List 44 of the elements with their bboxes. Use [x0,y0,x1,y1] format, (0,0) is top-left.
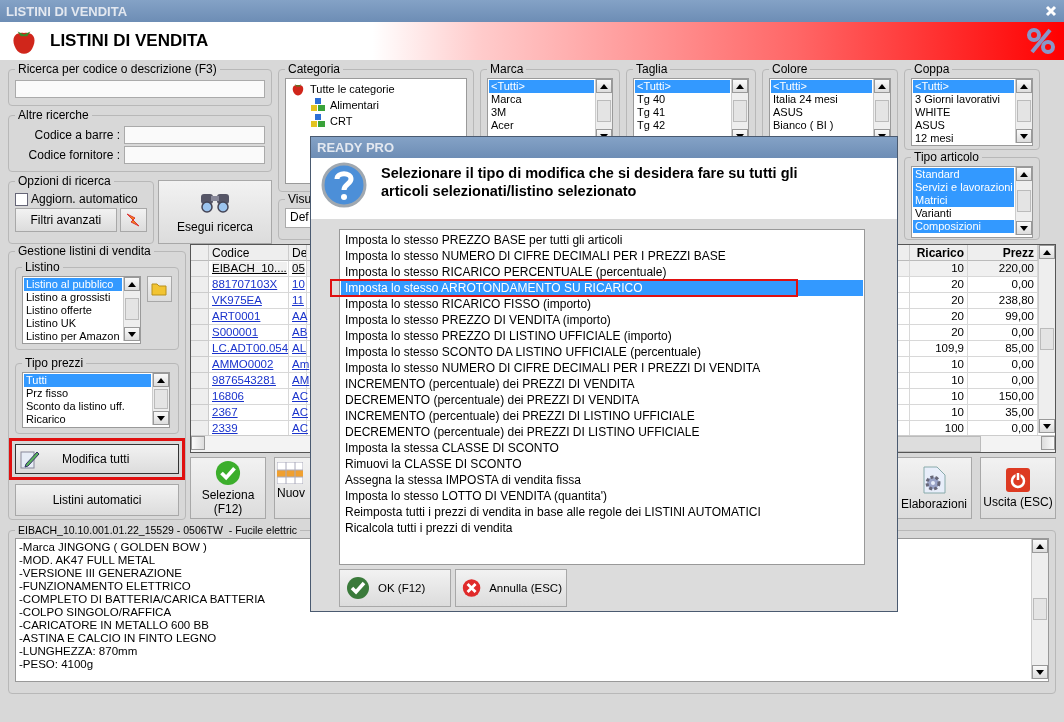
group-label: Taglia [635,62,669,76]
description-line: -PESO: 4100g [19,658,94,671]
description-line: -VERSIONE III GENERAZIONE [19,567,182,580]
group-label: Altre ricerche [17,108,90,122]
description-line: -COLPO SINGOLO/RAFFICA [19,606,172,619]
table-cell: 20 [910,325,968,341]
description-line: -MOD. AK47 FULL METAL [19,554,156,567]
description-line: -CARICATORE IN METALLO 600 BB [19,619,209,632]
dialog-title: READY PRO [317,140,395,156]
group-label: Ricerca per codice o descrizione (F3) [17,62,218,76]
window-title: LISTINI DI VENDITA [6,3,128,19]
group-label: Listino [24,260,61,274]
group-label: Marca [489,62,525,76]
group-label: Categoria [287,62,342,76]
table-cell: 10 [910,261,968,277]
table-cell: 10 [910,405,968,421]
table-cell: EIBACH_10.... [212,262,287,274]
table-cell: 20 [910,293,968,309]
field-label: Codice fornitore : [27,148,120,162]
table-cell: 20 [910,309,968,325]
table-cell: 109,9 [910,341,968,357]
table-cell: 10 [910,389,968,405]
group-label: Gestione listini di vendita [17,244,152,258]
group-label: Colore [771,62,809,76]
group-label: Visu [287,192,313,206]
description-line: -FUNZIONAMENTO ELETTRICO [19,580,191,593]
description-line: -ASTINA E CALCIO IN FINTO LEGNO [19,632,217,645]
group-label: Coppa [913,62,951,76]
table-cell: 20 [910,277,968,293]
table-cell: 10 [910,357,968,373]
group-label: Tipo prezzi [24,356,85,370]
description-line: -Marca JINGONG ( GOLDEN BOW ) [19,541,207,554]
table-cell: 05 [292,262,305,274]
page-title: LISTINI DI VENDITA [50,31,210,51]
group-label: Tipo articolo [913,150,980,164]
checkbox-label: Aggiorn. automatico [31,192,138,206]
table-cell: 220,00 [968,261,1038,277]
group-label: Opzioni di ricerca [17,174,112,188]
dialog-message: Selezionare il tipo di modifica che si desidera fare su tutti gli articoli selezionati/listino selezionato [381,164,799,201]
description-line: -LUNGHEZZA: 870mm [19,645,138,658]
description-line: -COMPLETO DI BATTERIA/CARICA BATTERIA [19,593,265,606]
article-title: EIBACH_10.10.001.01.22_15529 - 0506TW - Fucile elettric [17,524,298,536]
field-label: Codice a barre : [33,128,120,142]
table-cell: 10 [910,373,968,389]
